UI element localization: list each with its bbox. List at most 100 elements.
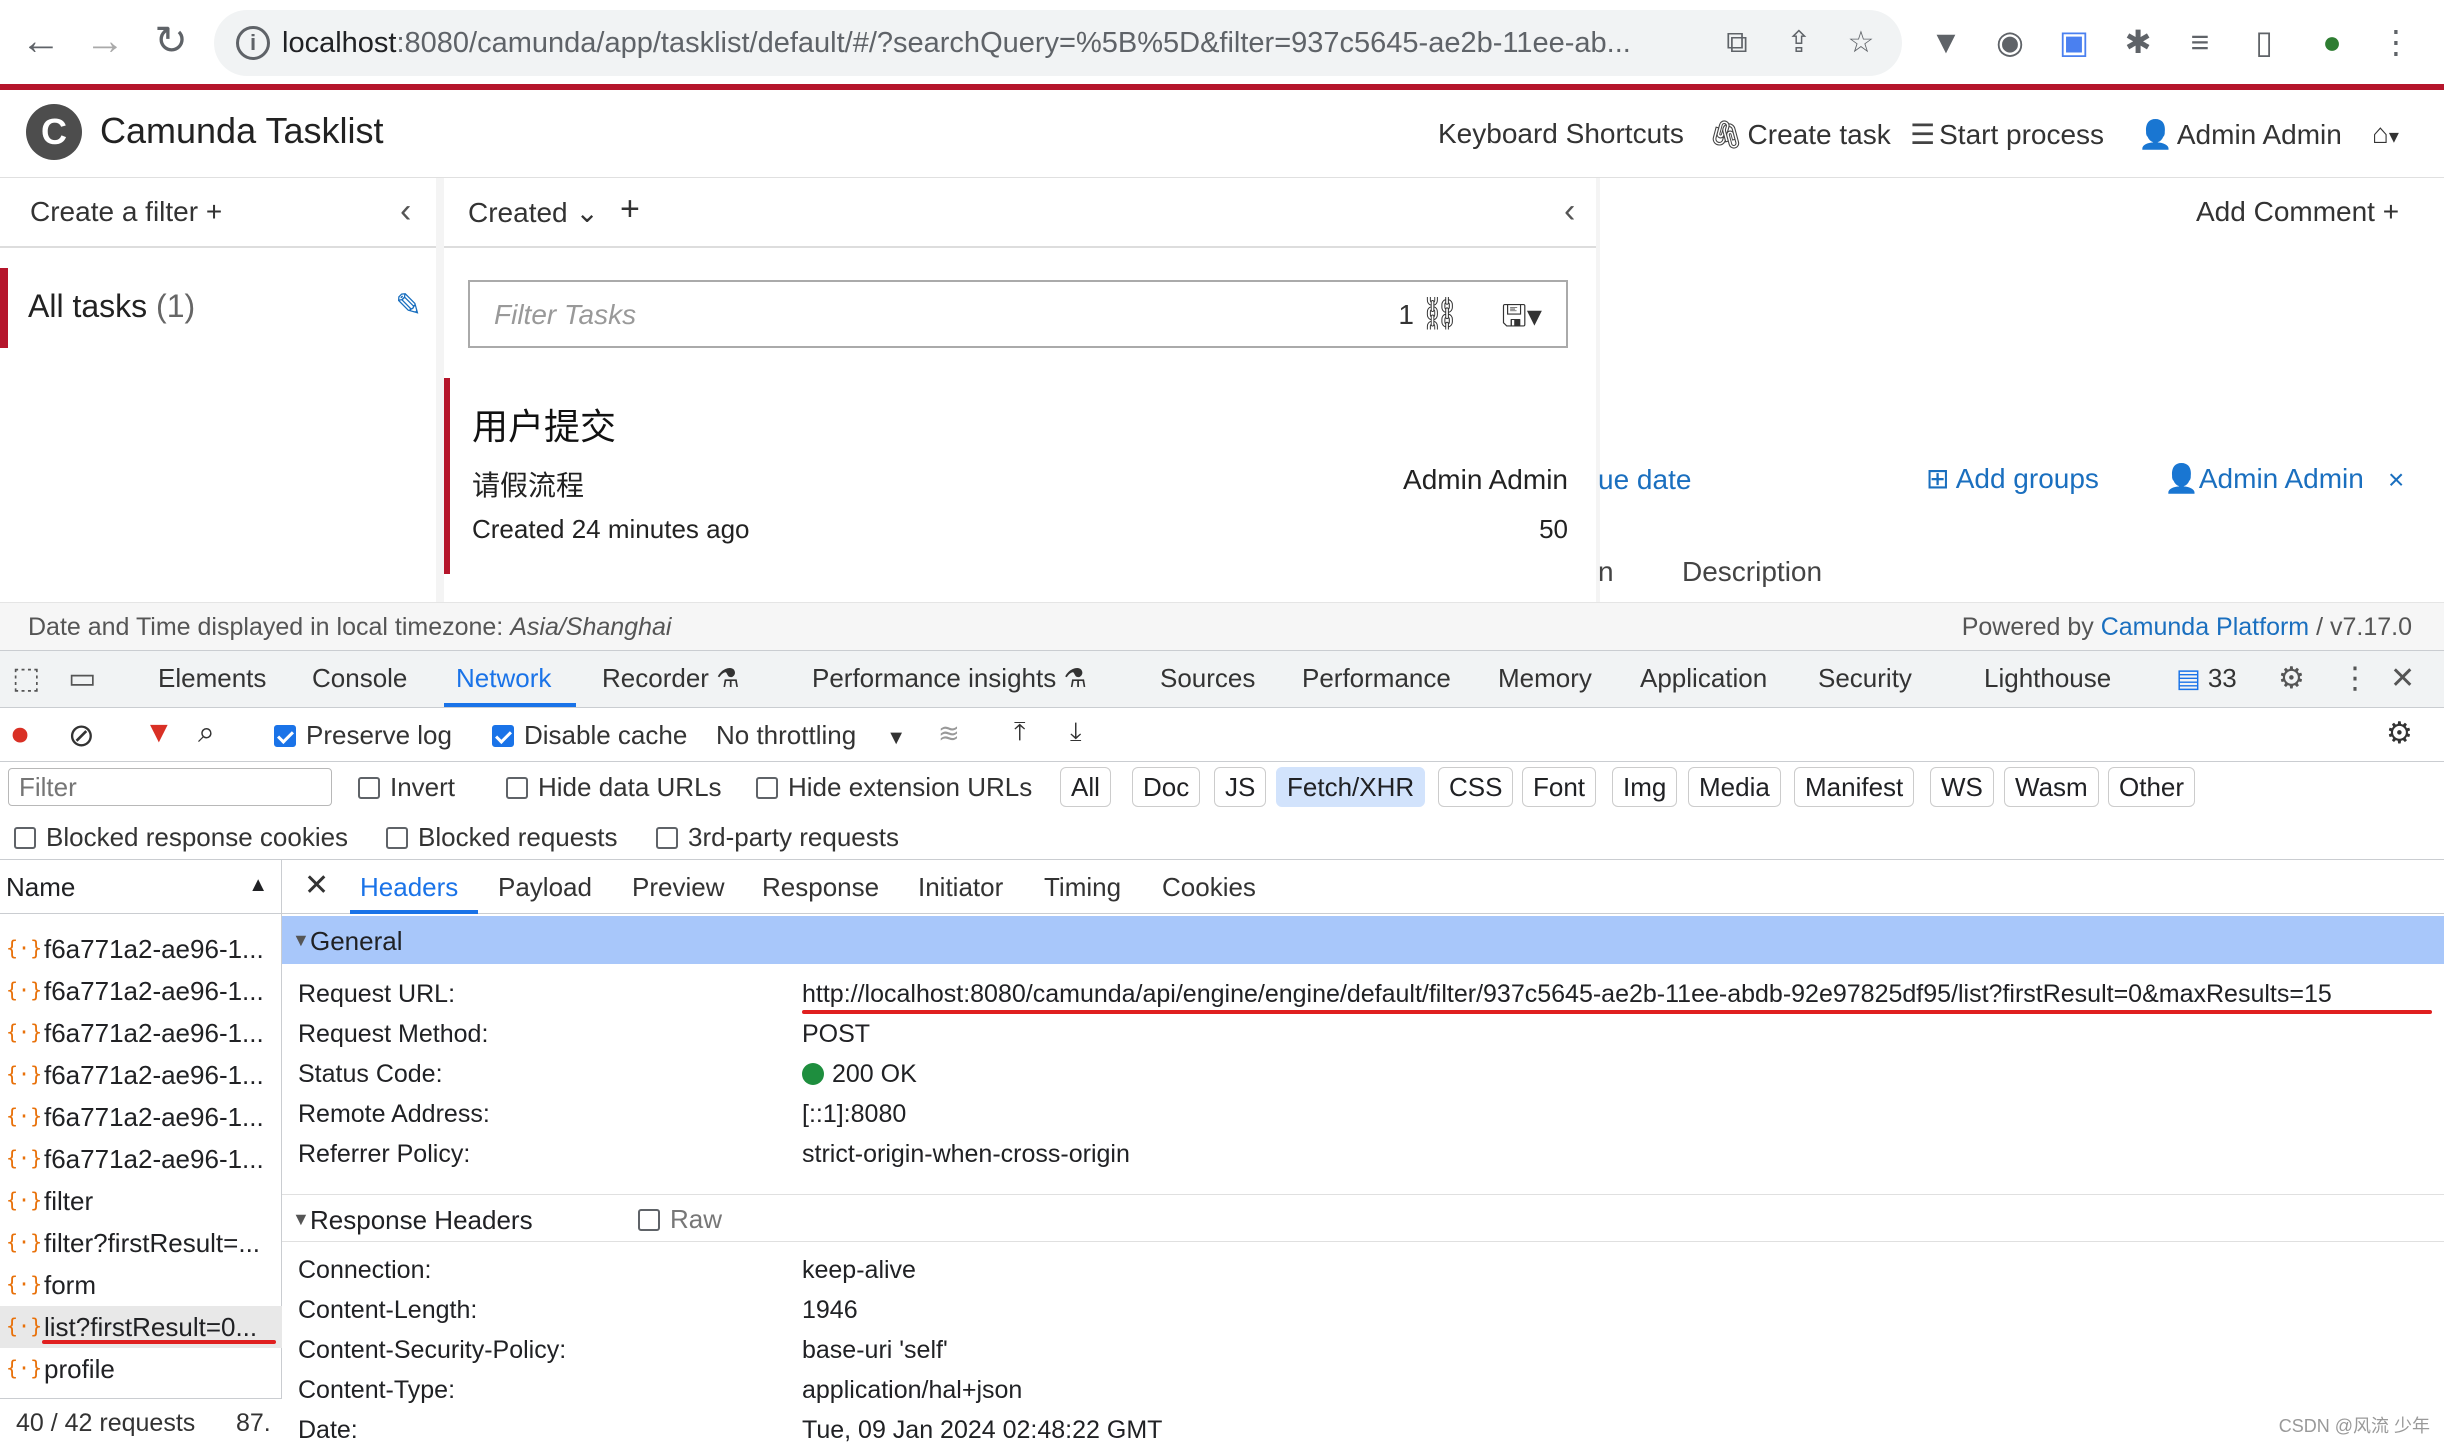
- type-all[interactable]: All: [1060, 767, 1111, 807]
- profile-avatar-icon[interactable]: ●: [2312, 20, 2352, 64]
- preserve-log-checkbox[interactable]: Preserve log: [274, 720, 452, 751]
- devtools-menu-icon[interactable]: ⋮: [2340, 661, 2370, 696]
- blocked-cookies-checkbox[interactable]: Blocked response cookies: [14, 822, 348, 853]
- filter-all-tasks[interactable]: All tasks (1) ✎: [0, 268, 436, 348]
- side-panel-icon[interactable]: ▯: [2244, 20, 2284, 64]
- detail-tab-form[interactable]: n: [1598, 556, 1614, 588]
- remove-assignee-icon[interactable]: ×: [2388, 464, 2404, 496]
- address-url[interactable]: localhost:8080/camunda/app/tasklist/defa…: [282, 10, 1631, 76]
- start-process-link[interactable]: ☰ Start process: [1910, 118, 2104, 151]
- request-list-header[interactable]: Name ▲: [0, 860, 282, 914]
- search-icon[interactable]: ⌕: [198, 716, 215, 750]
- save-dropdown-icon[interactable]: 🖫▾: [1501, 294, 1542, 345]
- task-card[interactable]: 用户提交 请假流程 Admin Admin Created 24 minutes…: [444, 378, 1568, 574]
- due-date-link[interactable]: ue date: [1598, 464, 1691, 496]
- sort-created-button[interactable]: Created ⌄: [468, 196, 599, 229]
- user-menu[interactable]: 👤 Admin Admin: [2138, 118, 2342, 151]
- blocked-requests-checkbox[interactable]: Blocked requests: [386, 822, 617, 853]
- issues-badge[interactable]: ▤ 33: [2176, 663, 2237, 694]
- site-info-icon[interactable]: i: [236, 26, 270, 60]
- type-ws[interactable]: WS: [1930, 767, 1994, 807]
- tab-preview[interactable]: Preview: [632, 872, 724, 903]
- tab-memory[interactable]: Memory: [1498, 663, 1592, 694]
- invert-checkbox[interactable]: Invert: [358, 772, 455, 803]
- back-icon[interactable]: ←: [16, 16, 66, 66]
- type-manifest[interactable]: Manifest: [1794, 767, 1915, 807]
- tab-cookies[interactable]: Cookies: [1162, 872, 1256, 903]
- collapse-list-icon[interactable]: ‹: [1564, 192, 1575, 231]
- export-har-icon[interactable]: ⤓: [1070, 716, 1082, 748]
- tab-response[interactable]: Response: [762, 872, 879, 903]
- tab-performance-insights[interactable]: Performance insights ⚗: [812, 663, 1087, 694]
- type-css[interactable]: CSS: [1438, 767, 1514, 807]
- request-row[interactable]: {·} f6a771a2-ae96-1...: [0, 970, 282, 1012]
- type-doc[interactable]: Doc: [1132, 767, 1201, 807]
- extension-translate-icon[interactable]: ▣: [2054, 20, 2094, 64]
- tab-headers[interactable]: Headers: [360, 872, 458, 903]
- tab-timing[interactable]: Timing: [1044, 872, 1121, 903]
- import-har-icon[interactable]: ⤒: [1014, 716, 1026, 748]
- extension-v-icon[interactable]: ▼: [1926, 20, 1966, 64]
- hide-data-urls-checkbox[interactable]: Hide data URLs: [506, 772, 722, 803]
- detail-tab-description[interactable]: Description: [1682, 556, 1822, 588]
- create-task-link[interactable]: 🖇 Create task: [1708, 118, 1891, 151]
- add-comment-button[interactable]: Add Comment +: [2196, 196, 2399, 228]
- media-control-icon[interactable]: ≡: [2180, 20, 2220, 64]
- type-media[interactable]: Media: [1688, 767, 1781, 807]
- response-headers-section-header[interactable]: ▼ Response Headers: [282, 1194, 2444, 1242]
- tab-performance[interactable]: Performance: [1302, 663, 1451, 694]
- network-filter-input[interactable]: [8, 768, 332, 806]
- request-row[interactable]: {·} form: [0, 1264, 282, 1306]
- close-devtools-icon[interactable]: ✕: [2390, 661, 2415, 696]
- close-detail-icon[interactable]: ✕: [304, 868, 329, 903]
- type-img[interactable]: Img: [1612, 767, 1678, 807]
- clear-log-icon[interactable]: ⊘: [68, 716, 95, 754]
- camunda-platform-link[interactable]: Camunda Platform: [2101, 613, 2309, 641]
- network-settings-gear-icon[interactable]: ⚙: [2386, 716, 2413, 751]
- assignee-link[interactable]: 👤Admin Admin: [2164, 462, 2364, 495]
- third-party-checkbox[interactable]: 3rd-party requests: [656, 822, 899, 853]
- add-groups-link[interactable]: ⊞ Add groups: [1926, 462, 2099, 495]
- request-row[interactable]: {·} f6a771a2-ae96-1...: [0, 928, 282, 970]
- request-row[interactable]: {·} filter: [0, 1180, 282, 1222]
- device-toolbar-icon[interactable]: ▭: [68, 661, 96, 696]
- add-sort-button[interactable]: +: [620, 190, 640, 229]
- bookmark-star-icon[interactable]: ☆: [1842, 24, 1880, 62]
- type-wasm[interactable]: Wasm: [2004, 767, 2099, 807]
- type-js[interactable]: JS: [1214, 767, 1267, 807]
- extensions-puzzle-icon[interactable]: ✱: [2118, 20, 2158, 64]
- address-bar[interactable]: i localhost:8080/camunda/app/tasklist/de…: [214, 10, 1902, 76]
- edit-filter-icon[interactable]: ✎: [395, 286, 422, 324]
- tab-sources[interactable]: Sources: [1160, 663, 1255, 694]
- hide-extension-urls-checkbox[interactable]: Hide extension URLs: [756, 772, 1032, 803]
- request-row[interactable]: {·} filter?firstResult=...: [0, 1222, 282, 1264]
- general-section-header[interactable]: ▼ General: [282, 916, 2444, 964]
- translate-icon[interactable]: ⧉: [1718, 24, 1756, 62]
- request-row[interactable]: {·} f6a771a2-ae96-1...: [0, 1012, 282, 1054]
- tab-initiator[interactable]: Initiator: [918, 872, 1003, 903]
- type-fetch-xhr[interactable]: Fetch/XHR: [1276, 767, 1426, 807]
- forward-icon[interactable]: →: [80, 16, 130, 66]
- settings-gear-icon[interactable]: ⚙: [2278, 661, 2305, 696]
- tab-payload[interactable]: Payload: [498, 872, 592, 903]
- filter-funnel-icon[interactable]: ▼: [144, 716, 174, 750]
- type-other[interactable]: Other: [2108, 767, 2196, 807]
- tab-security[interactable]: Security: [1818, 663, 1912, 694]
- extension-circle-icon[interactable]: ◉: [1990, 20, 2030, 64]
- keyboard-shortcuts-link[interactable]: Keyboard Shortcuts: [1438, 118, 1684, 150]
- network-conditions-icon[interactable]: ≋: [938, 718, 960, 749]
- reload-icon[interactable]: ↻: [146, 16, 196, 66]
- throttling-select[interactable]: No throttling ▼: [716, 720, 906, 751]
- inspect-element-icon[interactable]: ⬚: [12, 661, 40, 696]
- collapse-filters-icon[interactable]: ‹: [400, 192, 411, 231]
- request-row[interactable]: {·} f6a771a2-ae96-1...: [0, 1096, 282, 1138]
- tab-lighthouse[interactable]: Lighthouse: [1984, 663, 2111, 694]
- disable-cache-checkbox[interactable]: Disable cache: [492, 720, 687, 751]
- request-row[interactable]: {·} f6a771a2-ae96-1...: [0, 1054, 282, 1096]
- tab-elements[interactable]: Elements: [158, 663, 266, 694]
- tab-application[interactable]: Application: [1640, 663, 1767, 694]
- raw-checkbox[interactable]: Raw: [638, 1204, 722, 1235]
- link-icon[interactable]: ⛓: [1419, 294, 1460, 332]
- chrome-menu-icon[interactable]: ⋮: [2376, 20, 2416, 64]
- task-filter-box[interactable]: Filter Tasks 1 ⛓ 🖫▾: [468, 280, 1568, 348]
